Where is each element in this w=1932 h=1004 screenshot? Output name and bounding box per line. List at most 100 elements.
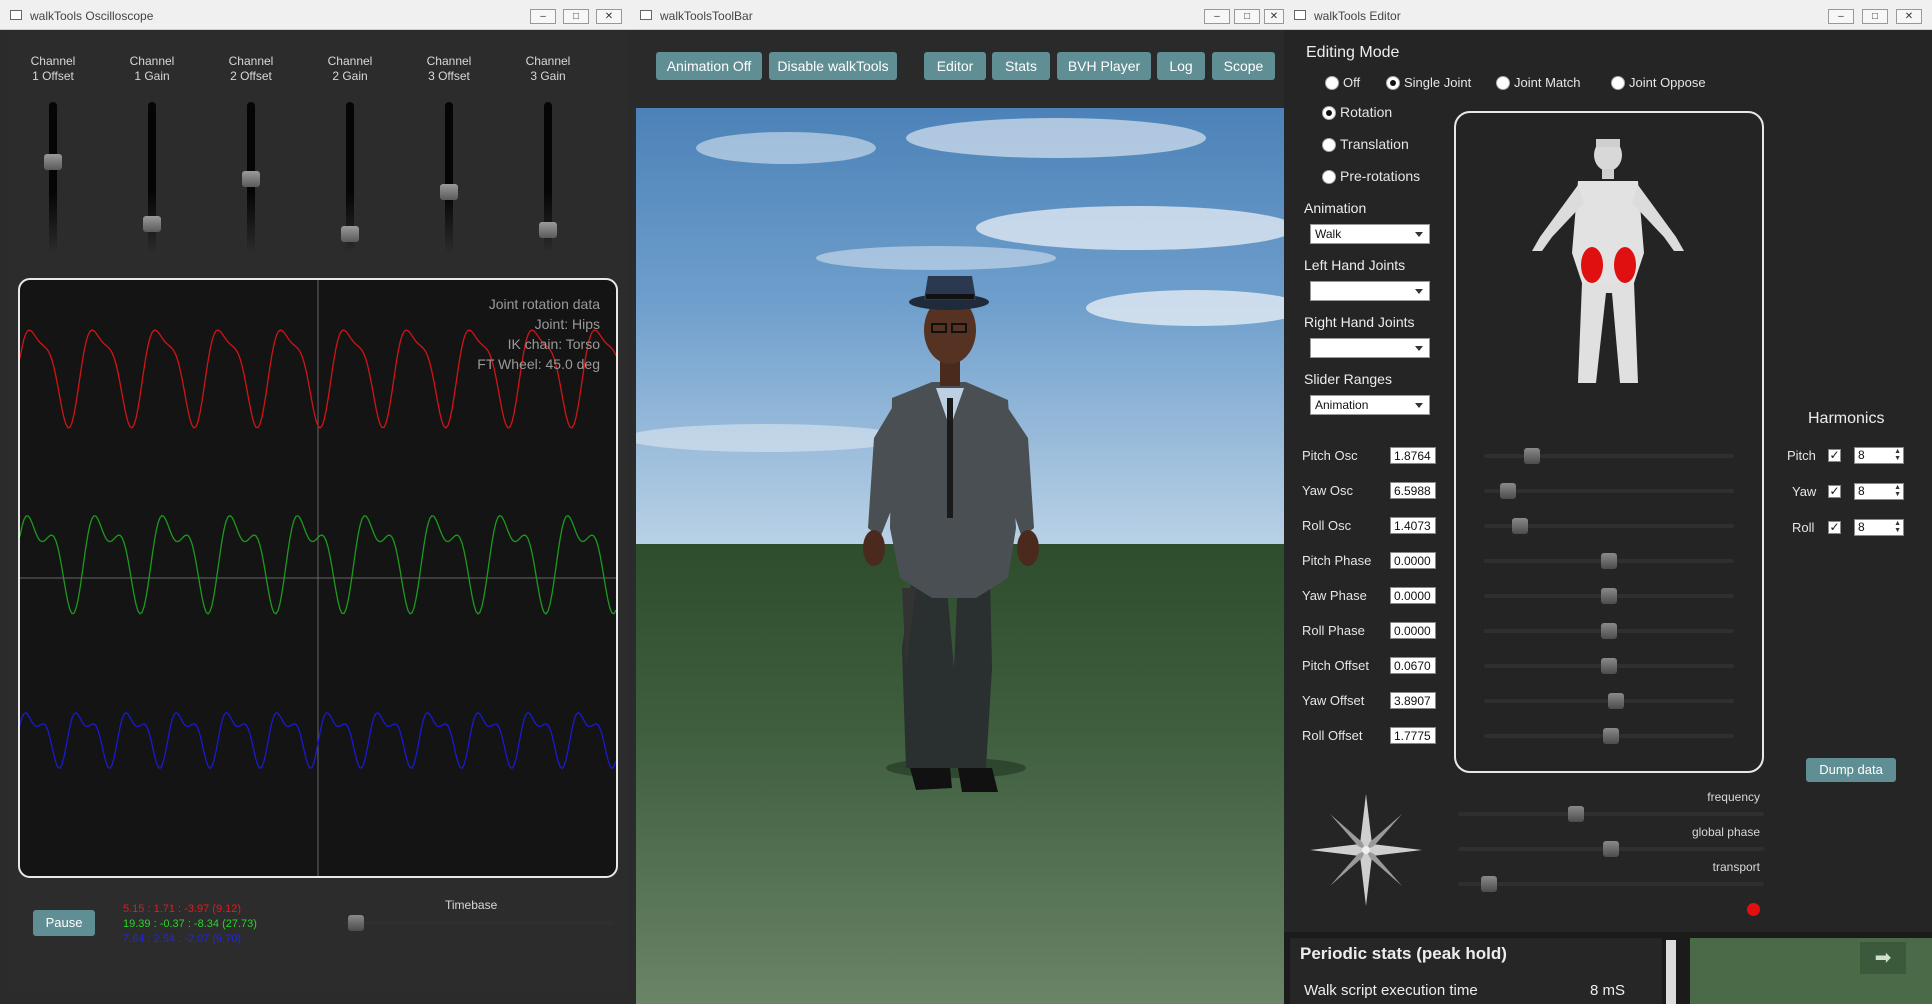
param-slider[interactable] (1608, 693, 1625, 709)
close-icon[interactable]: ✕ (1896, 9, 1922, 24)
editing-mode-radio[interactable] (1496, 76, 1510, 90)
timebase-track[interactable] (343, 921, 613, 925)
channel-slider-4[interactable] (341, 225, 359, 242)
param-slider[interactable] (1601, 658, 1617, 674)
dump-data-button[interactable]: Dump data (1806, 758, 1896, 782)
slider-ranges-select-value: Animation (1315, 398, 1369, 412)
compass-icon[interactable] (1306, 790, 1426, 910)
harmonic-checkbox[interactable]: ✓ (1828, 485, 1841, 498)
param-slider[interactable] (1601, 623, 1617, 639)
param-value-field[interactable]: 1.7775 (1390, 727, 1436, 744)
harmonic-spinner[interactable]: 8 ▲ ▼ (1854, 447, 1904, 464)
maximize-icon[interactable]: □ (1234, 9, 1260, 24)
maximize-icon[interactable]: □ (1862, 9, 1888, 24)
channel-slider-1[interactable] (44, 154, 62, 170)
bottom-slider-label: global phase (1691, 825, 1760, 839)
editing-mode-radio[interactable] (1325, 76, 1339, 90)
harmonic-label: Yaw (1792, 484, 1817, 499)
left-hand-joints-select[interactable] (1310, 281, 1430, 301)
param-value-field[interactable]: 1.4073 (1390, 517, 1436, 534)
scope-button[interactable]: Scope (1212, 52, 1275, 80)
minimize-icon[interactable]: – (530, 9, 556, 24)
param-slider[interactable] (1523, 448, 1540, 464)
editor-button[interactable]: Editor (924, 52, 986, 80)
pause-button[interactable]: Pause (33, 910, 95, 936)
animation-label: Animation (1304, 200, 1367, 216)
timebase-label: Timebase (445, 898, 498, 912)
minimize-icon[interactable]: – (1204, 9, 1230, 24)
param-value-field[interactable]: 0.0000 (1390, 587, 1436, 604)
spinner-arrows-icon[interactable]: ▲ ▼ (1894, 448, 1901, 462)
bottom-slider-track[interactable] (1458, 812, 1764, 816)
harmonic-spinner[interactable]: 8 ▲ ▼ (1854, 483, 1904, 500)
animation-off-button[interactable]: Animation Off (656, 52, 762, 80)
bottom-slider-label: frequency (1707, 790, 1760, 804)
param-label: Roll Phase (1302, 623, 1365, 638)
bottom-slider[interactable] (1603, 841, 1619, 857)
spinner-arrows-icon[interactable]: ▲ ▼ (1894, 520, 1901, 534)
param-value-field[interactable]: 3.8907 (1390, 692, 1436, 709)
viewport-corner: ➡ (1690, 938, 1932, 1004)
bottom-slider[interactable] (1481, 876, 1498, 892)
toolbar-titlebar[interactable]: walkToolsToolBar – □ ✕ (630, 0, 1284, 30)
param-slider-track[interactable] (1484, 454, 1734, 458)
close-icon[interactable]: ✕ (1264, 9, 1284, 24)
param-value-field[interactable]: 6.5988 (1390, 482, 1436, 499)
spinner-arrows-icon[interactable]: ▲ ▼ (1894, 484, 1901, 498)
param-slider[interactable] (1500, 483, 1517, 499)
param-value-field[interactable]: 0.0000 (1390, 552, 1436, 569)
harmonic-label: Pitch (1787, 448, 1816, 463)
channel-slider-track[interactable] (49, 102, 57, 252)
close-icon[interactable]: ✕ (596, 9, 622, 24)
disable-walktools-button[interactable]: Disable walkTools (769, 52, 897, 80)
param-slider[interactable] (1601, 588, 1617, 604)
readout-line: 19.39 : -0.37 : -8.34 (27.73) (123, 918, 257, 930)
editor-titlebar[interactable]: walkTools Editor – □ ✕ (1284, 0, 1932, 30)
param-value-field[interactable]: 1.8764 (1390, 447, 1436, 464)
param-slider[interactable] (1512, 518, 1529, 534)
minimize-icon[interactable]: – (1828, 9, 1854, 24)
param-slider[interactable] (1601, 553, 1617, 569)
chevron-down-icon (1415, 403, 1423, 408)
channel-slider-track[interactable] (445, 102, 453, 252)
channel-slider-5[interactable] (440, 183, 458, 200)
channel-slider-3[interactable] (242, 170, 260, 187)
stats-row-label: Walk script execution time (1304, 982, 1478, 999)
animation-select-value: Walk (1315, 227, 1342, 241)
editor-title: walkTools Editor (1314, 9, 1401, 23)
param-value-field[interactable]: 0.0000 (1390, 622, 1436, 639)
channel-slider-6[interactable] (539, 221, 557, 238)
editing-mode-radio[interactable] (1611, 76, 1625, 90)
bottom-slider[interactable] (1568, 806, 1585, 822)
oscilloscope-titlebar[interactable]: walkTools Oscilloscope – □ ✕ (0, 0, 636, 30)
param-label: Roll Offset (1302, 728, 1363, 743)
bottom-slider-track[interactable] (1458, 882, 1764, 886)
log-button[interactable]: Log (1157, 52, 1205, 80)
harmonic-value: 8 (1858, 520, 1865, 534)
right-hand-joints-select[interactable] (1310, 338, 1430, 358)
maximize-icon[interactable]: □ (563, 9, 589, 24)
editing-mode-radio[interactable] (1386, 76, 1400, 90)
animation-select[interactable]: Walk (1310, 224, 1430, 244)
sub-mode-radio[interactable] (1322, 106, 1336, 120)
param-value-field[interactable]: 0.0670 (1390, 657, 1436, 674)
scope-info-line: Joint: Hips (534, 316, 600, 332)
channel-slider-2[interactable] (143, 216, 161, 233)
bvh-player-button[interactable]: BVH Player (1057, 52, 1151, 80)
sub-mode-radio[interactable] (1322, 138, 1336, 152)
param-slider-track[interactable] (1484, 489, 1734, 493)
harmonic-checkbox[interactable]: ✓ (1828, 521, 1841, 534)
timebase-slider[interactable] (348, 915, 365, 931)
avatar-joint-preview (1532, 139, 1684, 383)
stats-scrollbar[interactable] (1666, 940, 1676, 1004)
sub-mode-radio[interactable] (1322, 170, 1336, 184)
param-slider[interactable] (1603, 728, 1620, 744)
harmonic-checkbox[interactable]: ✓ (1828, 449, 1841, 462)
stats-button[interactable]: Stats (992, 52, 1050, 80)
3d-viewport[interactable] (636, 108, 1284, 1004)
harmonic-spinner[interactable]: 8 ▲ ▼ (1854, 519, 1904, 536)
slider-ranges-select[interactable]: Animation (1310, 395, 1430, 415)
toolbar-title: walkToolsToolBar (660, 9, 753, 23)
walking-figure-icon[interactable]: ➡ (1860, 942, 1906, 974)
param-label: Pitch Phase (1302, 553, 1372, 568)
